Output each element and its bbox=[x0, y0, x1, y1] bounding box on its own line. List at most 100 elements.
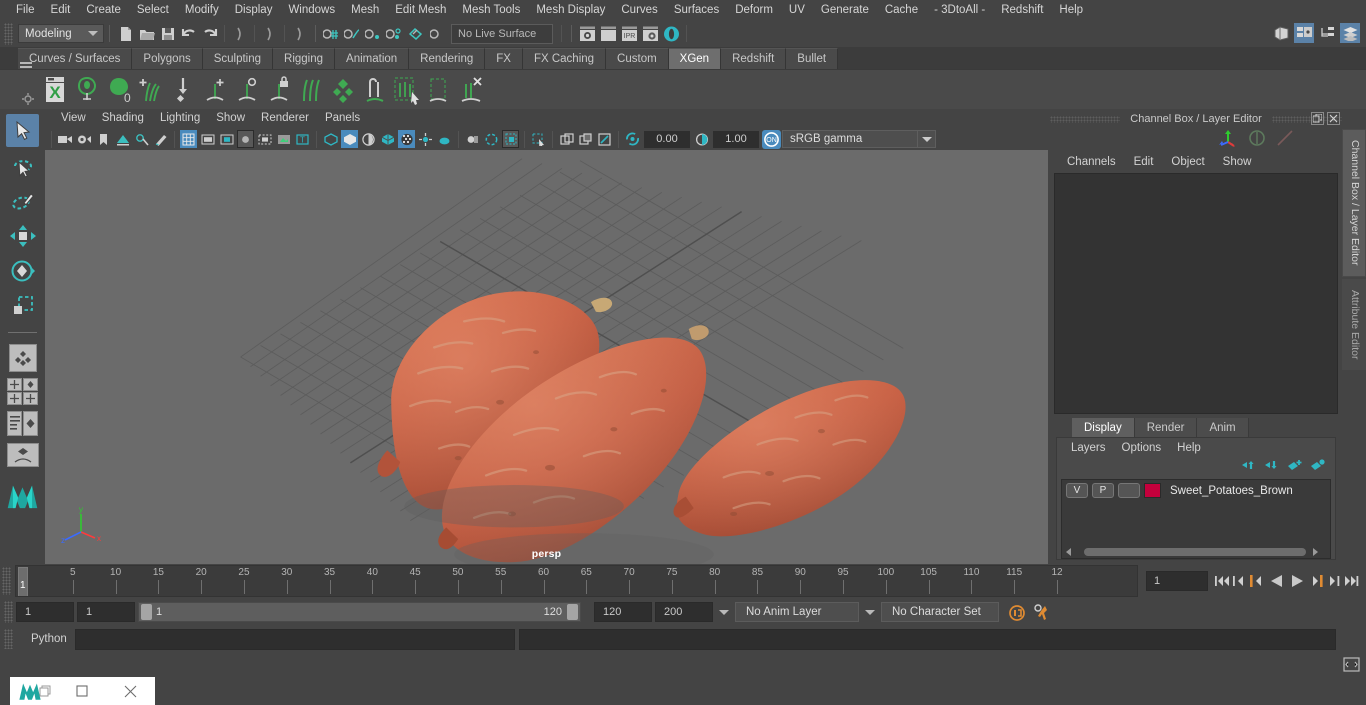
layer-menu-options[interactable]: Options bbox=[1114, 442, 1170, 454]
menu-display[interactable]: Display bbox=[227, 0, 281, 20]
step-back-frame-icon[interactable] bbox=[1248, 571, 1265, 591]
menu-generate[interactable]: Generate bbox=[813, 0, 877, 20]
rotate-handle-icon[interactable] bbox=[1248, 129, 1266, 152]
shelf-tab-fx-caching[interactable]: FX Caching bbox=[522, 48, 607, 69]
outliner-persp-layout-icon[interactable] bbox=[6, 408, 39, 438]
step-forward-keyframe-icon[interactable] bbox=[1326, 571, 1343, 591]
menu-3dtoall[interactable]: - 3DtoAll - bbox=[926, 0, 993, 20]
close-window-icon[interactable] bbox=[106, 677, 155, 705]
auto-key-icon[interactable] bbox=[1006, 602, 1028, 622]
maya-app-icon[interactable] bbox=[10, 677, 58, 705]
shadows-icon[interactable] bbox=[417, 130, 434, 148]
playback-start-time-field[interactable]: 1 bbox=[77, 602, 135, 622]
layer-visibility-toggle[interactable]: V bbox=[1066, 483, 1088, 498]
smooth-shade-all-icon[interactable] bbox=[341, 130, 358, 148]
redo-icon[interactable] bbox=[199, 23, 220, 44]
menu-deform[interactable]: Deform bbox=[727, 0, 781, 20]
layer-shading-toggle[interactable] bbox=[1118, 483, 1140, 498]
outliner-layout-icon[interactable] bbox=[1294, 23, 1314, 43]
layer-tab-anim[interactable]: Anim bbox=[1197, 418, 1249, 437]
camera-attributes-icon[interactable] bbox=[76, 130, 93, 148]
texture-toggle-icon[interactable]: T bbox=[294, 130, 311, 148]
shelf-tab-sculpting[interactable]: Sculpting bbox=[202, 48, 274, 69]
channel-box-attribute-list[interactable] bbox=[1054, 173, 1338, 414]
script-editor-icon[interactable] bbox=[1343, 657, 1360, 677]
menu-edit[interactable]: Edit bbox=[43, 0, 79, 20]
command-language-label[interactable]: Python bbox=[17, 633, 71, 645]
undock-icon[interactable] bbox=[1311, 112, 1324, 125]
xgen-select-guides-icon[interactable] bbox=[392, 72, 422, 108]
viewport-menu-lighting[interactable]: Lighting bbox=[152, 109, 208, 128]
shelf-tabs-menu-icon[interactable] bbox=[20, 62, 32, 72]
layer-list[interactable]: V P Sweet_Potatoes_Brown bbox=[1061, 479, 1331, 559]
channel-box-menu-channels[interactable]: Channels bbox=[1058, 156, 1125, 168]
panel-drag-handle[interactable] bbox=[1050, 115, 1121, 123]
display-layer-icon[interactable] bbox=[558, 130, 575, 148]
animation-end-time-field[interactable]: 200 bbox=[655, 602, 713, 622]
shelf-tab-animation[interactable]: Animation bbox=[335, 48, 410, 69]
four-pane-layout-icon[interactable] bbox=[6, 376, 39, 406]
character-set-dropdown-icon[interactable] bbox=[862, 602, 878, 622]
xray-joints-icon[interactable] bbox=[275, 130, 292, 148]
exposure-field[interactable]: 0.00 bbox=[644, 130, 690, 148]
go-to-end-icon[interactable] bbox=[1343, 571, 1360, 591]
new-layer-from-selected-icon[interactable] bbox=[1310, 458, 1325, 476]
single-pane-layout-icon[interactable] bbox=[6, 341, 39, 374]
layer-menu-help[interactable]: Help bbox=[1169, 442, 1209, 454]
menu-mesh-tools[interactable]: Mesh Tools bbox=[454, 0, 528, 20]
hypergraph-layout-icon[interactable] bbox=[1317, 23, 1337, 43]
character-set-select[interactable]: No Character Set bbox=[881, 602, 999, 622]
snap-to-point-icon[interactable] bbox=[363, 23, 384, 44]
gamma-icon[interactable] bbox=[693, 130, 710, 148]
move-layer-up-icon[interactable] bbox=[1241, 458, 1256, 476]
xgen-comb-icon[interactable] bbox=[296, 72, 326, 108]
ipr-render-icon[interactable]: IPR bbox=[619, 23, 640, 44]
play-forwards-icon[interactable] bbox=[1287, 571, 1309, 591]
xgen-sculpt-icon[interactable] bbox=[360, 72, 390, 108]
open-scene-icon[interactable] bbox=[136, 23, 157, 44]
persp-viewport[interactable]: y x z persp bbox=[45, 150, 1048, 564]
layer-list-scrollbar[interactable] bbox=[1062, 546, 1330, 558]
xgen-add-width-icon[interactable] bbox=[232, 72, 262, 108]
range-slider[interactable]: 1 120 bbox=[138, 602, 581, 622]
film-gate-icon[interactable] bbox=[199, 130, 216, 148]
range-start-handle[interactable] bbox=[141, 604, 152, 620]
range-end-handle[interactable] bbox=[567, 604, 578, 620]
render-settings-icon[interactable] bbox=[640, 23, 661, 44]
play-backwards-icon[interactable] bbox=[1265, 571, 1287, 591]
viewport-menu-view[interactable]: View bbox=[53, 109, 94, 128]
viewport-menu-panels[interactable]: Panels bbox=[317, 109, 368, 128]
gate-mask-icon[interactable] bbox=[237, 130, 254, 148]
film-origin-icon[interactable] bbox=[256, 130, 273, 148]
scrollbar-thumb[interactable] bbox=[1084, 548, 1306, 556]
time-slider-drag-handle[interactable] bbox=[2, 567, 11, 595]
textured-icon[interactable] bbox=[379, 130, 396, 148]
go-to-start-icon[interactable] bbox=[1214, 571, 1231, 591]
viewport-menu-show[interactable]: Show bbox=[208, 109, 253, 128]
move-layer-down-icon[interactable] bbox=[1264, 458, 1279, 476]
vtab-attribute-editor[interactable]: Attribute Editor bbox=[1342, 278, 1366, 370]
screen-space-ao-icon[interactable] bbox=[436, 130, 453, 148]
current-frame-field[interactable]: 1 bbox=[1146, 571, 1208, 591]
menu-curves[interactable]: Curves bbox=[613, 0, 665, 20]
range-slider-drag-handle[interactable] bbox=[4, 601, 13, 623]
shelf-tab-rendering[interactable]: Rendering bbox=[409, 48, 486, 69]
exposure-icon[interactable] bbox=[624, 130, 641, 148]
live-surface-field[interactable]: No Live Surface bbox=[451, 23, 553, 44]
paint-select-tool-icon[interactable] bbox=[6, 184, 39, 217]
motion-blur-icon[interactable] bbox=[464, 130, 481, 148]
undo-icon[interactable] bbox=[178, 23, 199, 44]
isolate-select-icon[interactable] bbox=[530, 130, 547, 148]
step-forward-frame-icon[interactable] bbox=[1309, 571, 1326, 591]
menu-file[interactable]: File bbox=[8, 0, 43, 20]
xgen-density-icon[interactable] bbox=[328, 72, 358, 108]
menu-cache[interactable]: Cache bbox=[877, 0, 926, 20]
lasso-select-tool-icon[interactable] bbox=[6, 149, 39, 182]
close-icon[interactable] bbox=[1327, 112, 1340, 125]
layer-row[interactable]: V P Sweet_Potatoes_Brown bbox=[1062, 480, 1330, 498]
layer-name[interactable]: Sweet_Potatoes_Brown bbox=[1170, 485, 1293, 497]
hypershade-icon[interactable] bbox=[661, 23, 682, 44]
lighting-icon[interactable] bbox=[398, 130, 415, 148]
menu-redshift[interactable]: Redshift bbox=[993, 0, 1051, 20]
layer-tab-display[interactable]: Display bbox=[1072, 418, 1135, 437]
